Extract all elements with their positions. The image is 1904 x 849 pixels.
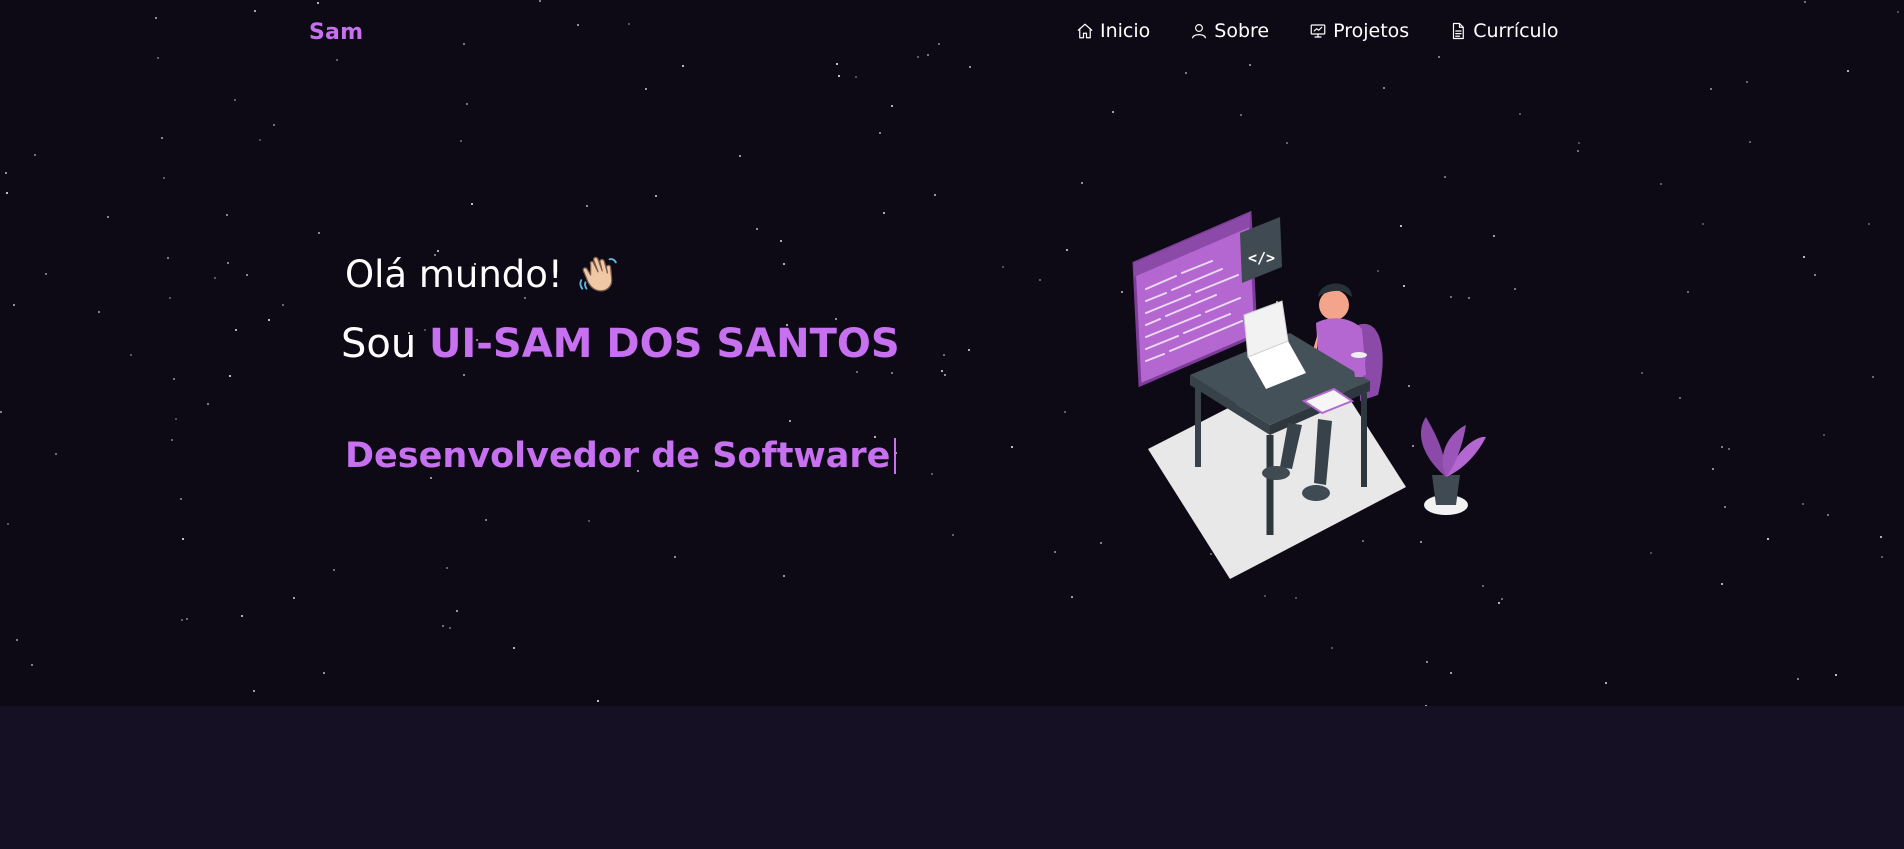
nav-item-label: Inicio [1100, 20, 1151, 42]
nav-item-label: Sobre [1214, 20, 1270, 42]
waving-hand-icon [579, 256, 617, 291]
svg-text:</>: </> [1248, 249, 1275, 267]
hero-section: Olá mundo! Sou UI-SAM DOS SANTOS Desenvo… [0, 0, 1904, 706]
brand-logo-link[interactable]: Sam [309, 20, 363, 45]
nav-item-projetos[interactable]: Projetos [1309, 20, 1409, 42]
navbar: Sam Inicio Sobre Projetos Currículo [0, 0, 1904, 66]
nav-item-label: Currículo [1473, 20, 1559, 42]
presentation-icon [1310, 24, 1326, 38]
developer-name: UI-SAM DOS SANTOS [428, 321, 900, 367]
next-section-band [0, 706, 1904, 849]
intro-prefix: Sou [341, 321, 417, 367]
nav-item-curriculo[interactable]: Currículo [1449, 20, 1559, 42]
nav-item-inicio[interactable]: Inicio [1076, 20, 1150, 42]
developer-at-desk-illustration: </> [1132, 210, 1486, 579]
role-text: Desenvolvedor de Software [345, 436, 891, 476]
nav-item-label: Projetos [1333, 20, 1410, 42]
role-typewriter: Desenvolvedor de Software [345, 436, 897, 476]
nav-links: Inicio Sobre Projetos Currículo [1076, 20, 1559, 42]
greeting-line: Olá mundo! [345, 253, 619, 296]
typewriter-cursor [894, 438, 897, 474]
nav-item-sobre[interactable]: Sobre [1190, 20, 1269, 42]
greeting-text: Olá mundo! [345, 253, 563, 296]
document-icon [1453, 22, 1465, 40]
home-icon [1077, 23, 1093, 39]
user-icon [1192, 24, 1207, 39]
intro-line: Sou UI-SAM DOS SANTOS [341, 321, 900, 367]
